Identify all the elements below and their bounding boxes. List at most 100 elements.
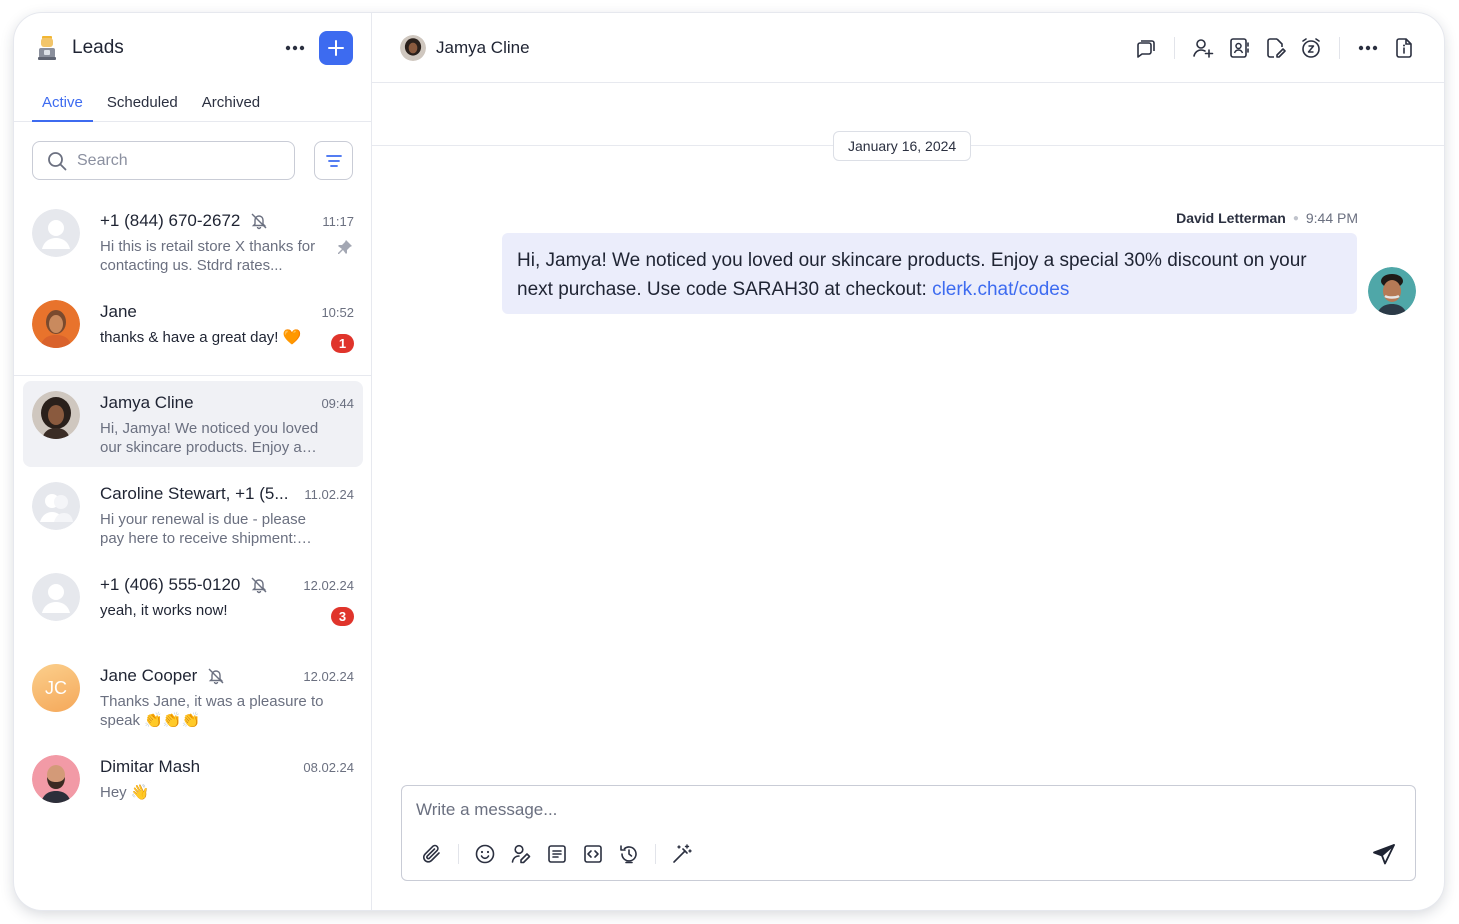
conversation-name: +1 (844) 670-2672 xyxy=(100,211,268,231)
message-meta: David Letterman ● 9:44 PM xyxy=(1176,210,1358,226)
message-text: Hi, Jamya! We noticed you loved our skin… xyxy=(517,250,1307,300)
send-button[interactable] xyxy=(1371,842,1397,868)
conversation-item-selected[interactable]: Jamya Cline 09:44 Hi, Jamya! We noticed … xyxy=(23,381,363,467)
new-conversation-button[interactable] xyxy=(319,31,353,65)
conversation-time: 10:52 xyxy=(321,305,354,320)
app-window: Leads Active Scheduled Archived Search +… xyxy=(14,13,1444,910)
magic-wand-icon xyxy=(673,844,692,863)
more-options-button[interactable] xyxy=(281,34,309,62)
tab-archived[interactable]: Archived xyxy=(192,83,270,121)
conversation-item[interactable]: Caroline Stewart, +1 (5... 11.02.24 Hi y… xyxy=(23,472,363,558)
ai-magic-button[interactable] xyxy=(670,842,694,866)
message-input[interactable] xyxy=(416,800,1316,826)
contact-avatar xyxy=(400,34,426,61)
plus-icon xyxy=(328,40,344,56)
conversation-name: Jane Cooper xyxy=(100,666,225,686)
contact-name: Caroline Stewart, +1 (5... xyxy=(100,484,289,503)
message-composer xyxy=(401,785,1416,881)
emoji-button[interactable] xyxy=(473,842,497,866)
pin-icon xyxy=(337,239,353,260)
conversation-item[interactable]: Jane 10:52 thanks & have a great day! 🧡 … xyxy=(23,290,363,376)
contact-name-header: Jamya Cline xyxy=(436,37,530,57)
filter-lines-icon xyxy=(325,154,342,167)
tab-active[interactable]: Active xyxy=(32,83,93,122)
contact-name: +1 (844) 670-2672 xyxy=(100,211,241,230)
leads-emoji-icon xyxy=(34,35,60,61)
contact-name: Jamya Cline xyxy=(100,393,194,412)
conversation-tabs: Active Scheduled Archived xyxy=(14,83,371,122)
filter-button[interactable] xyxy=(314,141,353,180)
message-time: 9:44 PM xyxy=(1305,210,1358,226)
contact-card-button[interactable] xyxy=(1227,36,1251,60)
chat-header: Jamya Cline xyxy=(372,13,1444,83)
avatar-photo xyxy=(32,300,80,348)
avatar-placeholder xyxy=(32,573,80,621)
conversations-button[interactable] xyxy=(1134,36,1158,60)
conversation-item[interactable]: +1 (406) 555-0120 12.02.24 yeah, it work… xyxy=(23,563,363,649)
conversation-time: 11.02.24 xyxy=(304,487,354,502)
contact-name: Jane xyxy=(100,302,137,321)
signature-button[interactable] xyxy=(509,842,533,866)
message-link[interactable]: clerk.chat/codes xyxy=(932,279,1069,300)
notes-button[interactable] xyxy=(1263,36,1287,60)
code-snippet-button[interactable] xyxy=(581,842,605,866)
add-user-button[interactable] xyxy=(1191,36,1215,60)
sidebar-header: Leads xyxy=(14,13,371,83)
more-dots-icon xyxy=(1358,45,1378,50)
more-actions-button[interactable] xyxy=(1356,36,1380,60)
search-row xyxy=(14,122,371,180)
contact-name: Dimitar Mash xyxy=(100,757,201,776)
user-plus-icon xyxy=(1193,38,1214,58)
sidebar: Leads Active Scheduled Archived Search +… xyxy=(14,13,372,910)
conversation-name: Caroline Stewart, +1 (5... xyxy=(100,484,289,504)
conversation-time: 12.02.24 xyxy=(303,578,354,593)
composer-toolbar xyxy=(420,842,706,866)
search-icon xyxy=(48,151,67,170)
conversation-time: 09:44 xyxy=(321,396,354,411)
search-box xyxy=(32,141,296,180)
toolbar-separator xyxy=(458,844,459,864)
conversation-preview: thanks & have a great day! 🧡 xyxy=(100,329,302,346)
conversation-name: +1 (406) 555-0120 xyxy=(100,575,268,595)
conversation-preview: Hi, Jamya! We noticed you loved our skin… xyxy=(100,420,319,456)
conversation-preview: Hi this is retail store X thanks for con… xyxy=(100,238,316,274)
file-info-icon xyxy=(1396,37,1412,58)
muted-bell-icon xyxy=(250,576,268,594)
conversation-item[interactable]: Dimitar Mash 08.02.24 Hey 👋 xyxy=(23,745,363,831)
smiley-icon xyxy=(475,844,495,864)
unread-badge: 3 xyxy=(331,607,354,626)
sender-avatar xyxy=(1368,267,1416,315)
conversation-item[interactable]: +1 (844) 670-2672 11:17 Hi this is retai… xyxy=(23,199,363,285)
templates-button[interactable] xyxy=(545,842,569,866)
code-box-icon xyxy=(584,845,602,863)
conversation-preview: Thanks Jane, it was a pleasure to speak … xyxy=(100,693,324,729)
schedule-button[interactable] xyxy=(617,842,641,866)
avatar-photo xyxy=(32,755,80,803)
attach-button[interactable] xyxy=(420,842,444,866)
avatar-initials: JC xyxy=(32,664,80,712)
more-dots-icon xyxy=(285,45,305,51)
conversation-time: 11:17 xyxy=(322,214,354,229)
conversation-time: 12.02.24 xyxy=(303,669,354,684)
snooze-button[interactable] xyxy=(1299,36,1323,60)
tab-scheduled[interactable]: Scheduled xyxy=(97,83,188,121)
unread-badge: 1 xyxy=(331,334,354,353)
template-doc-icon xyxy=(548,845,566,863)
message-sender: David Letterman xyxy=(1176,210,1286,226)
details-button[interactable] xyxy=(1392,36,1416,60)
contact-card-icon xyxy=(1230,37,1249,58)
alarm-snooze-icon xyxy=(1302,37,1320,58)
search-input[interactable] xyxy=(77,151,277,170)
conversation-time: 08.02.24 xyxy=(303,760,354,775)
toolbar-separator xyxy=(655,844,656,864)
conversation-name: Jamya Cline xyxy=(100,393,194,413)
user-edit-icon xyxy=(511,844,531,864)
conversation-preview: Hey 👋 xyxy=(100,784,150,801)
avatar-group-placeholder xyxy=(32,482,80,530)
avatar-placeholder xyxy=(32,209,80,257)
conversation-preview: Hi your renewal is due - please pay here… xyxy=(100,511,306,547)
conversation-preview: yeah, it works now! xyxy=(100,602,228,619)
conversation-item[interactable]: JC Jane Cooper 12.02.24 Thanks Jane, it … xyxy=(23,654,363,740)
header-toolbar xyxy=(1122,36,1416,60)
conversation-name: Dimitar Mash xyxy=(100,757,200,777)
